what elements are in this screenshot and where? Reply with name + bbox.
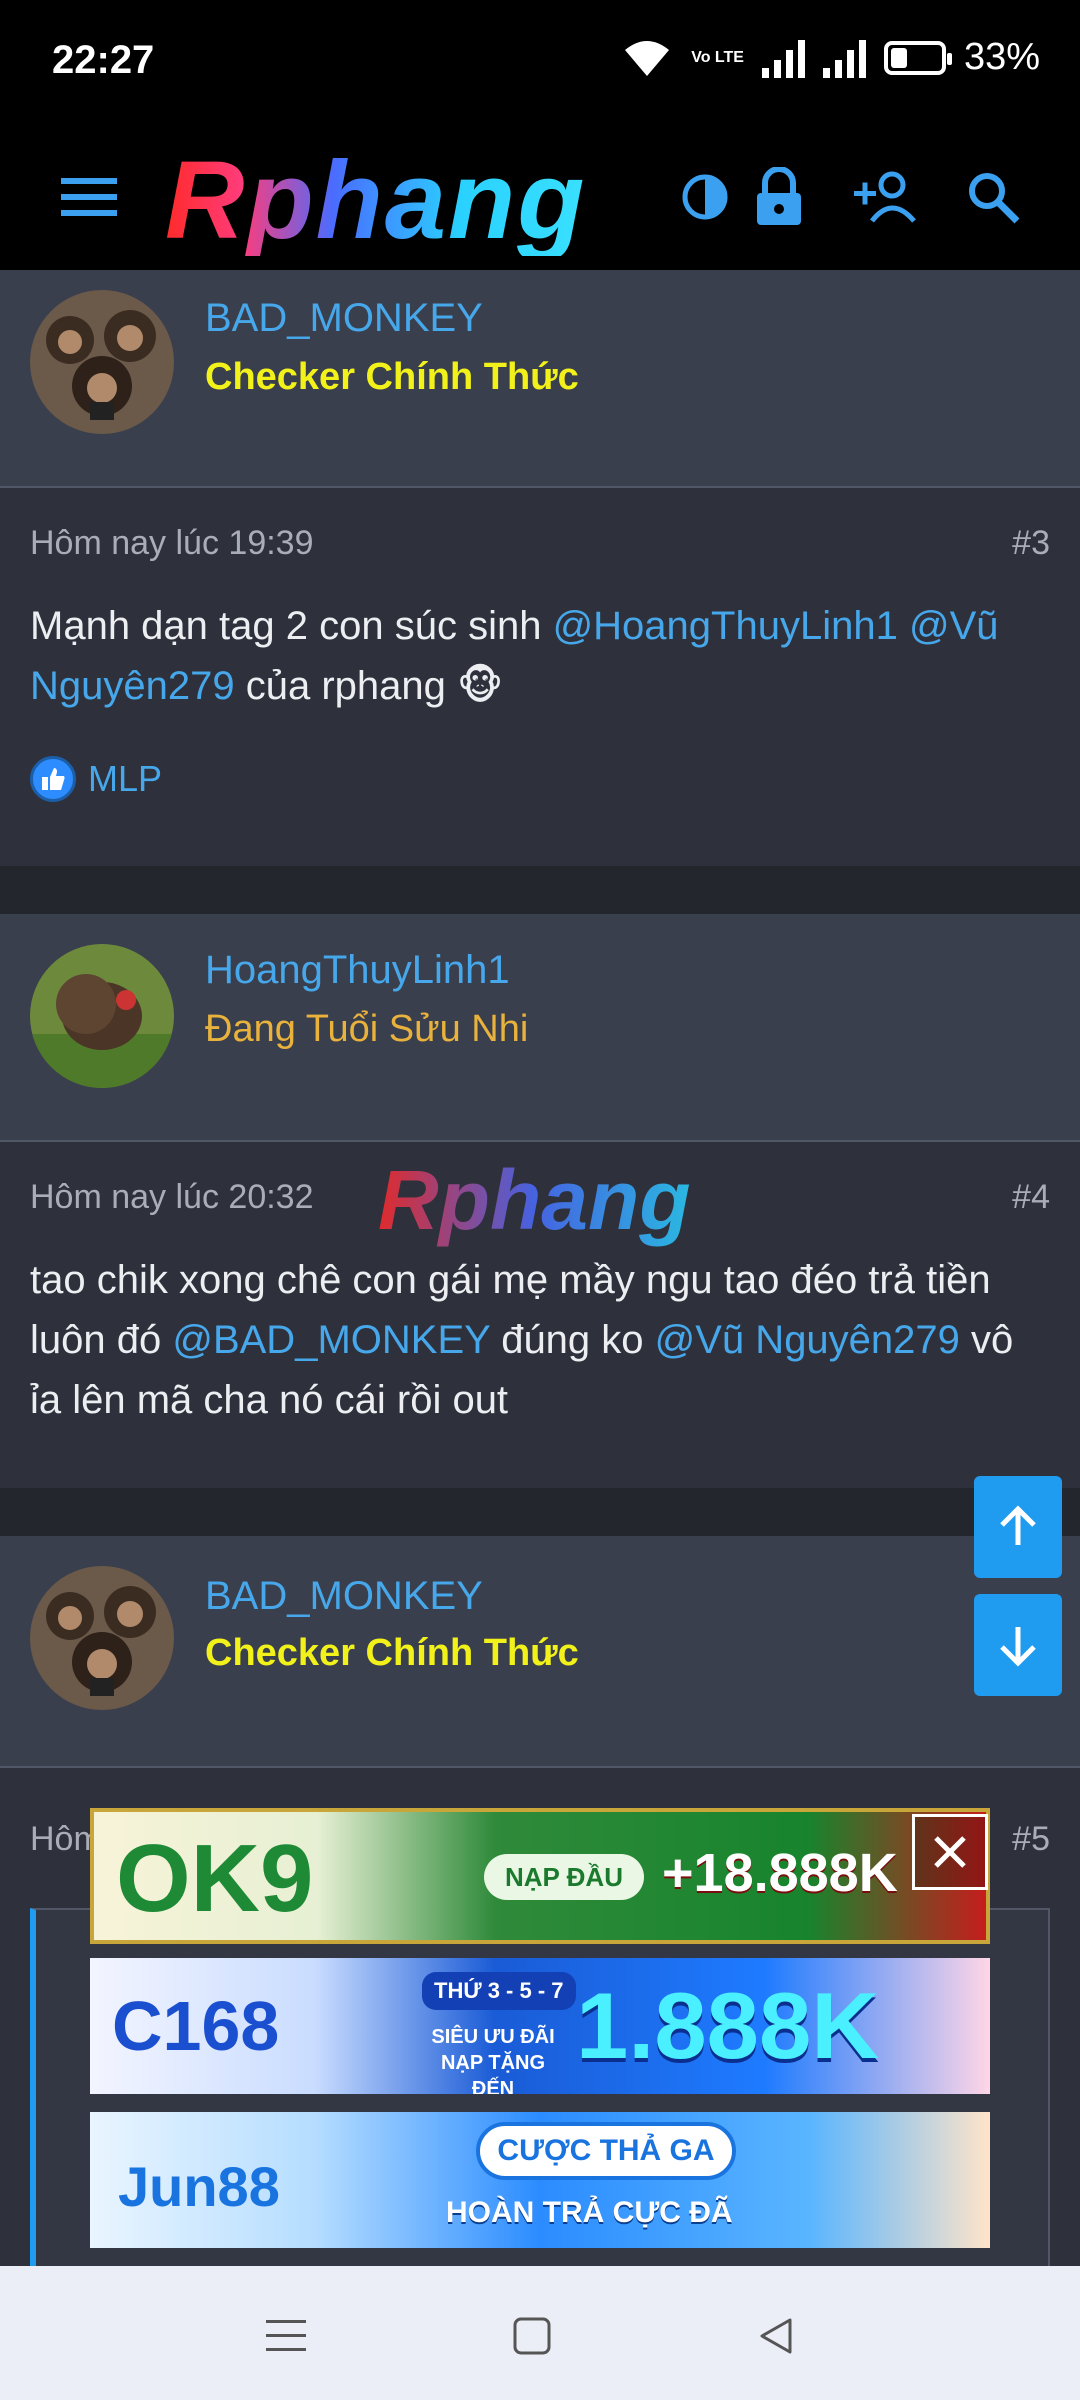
signal-2-icon [822, 38, 866, 78]
ad-cta: NẠP ĐẦU [505, 1861, 623, 1892]
post-4-body: Hôm nay lúc 20:32 Rphang #4 tao chik xon… [0, 1142, 1080, 1488]
mention-link[interactable]: @HoangThuyLinh1 [553, 604, 898, 648]
arrow-down-icon [1000, 1627, 1036, 1667]
ad-sub: SIÊU ƯU ĐÃI NẠP TẶNG ĐẾN [431, 2026, 555, 2094]
post-5-user-block: BAD_MONKEY Checker Chính Thức [0, 1536, 1080, 1768]
site-logo[interactable]: Rphang [165, 146, 586, 256]
battery-icon [883, 40, 952, 75]
post-text: tao chik xong chê con gái mẹ mầy ngu tao… [30, 1258, 1014, 1422]
ad-brand: C168 [112, 1987, 280, 2065]
scroll-top-button[interactable] [974, 1476, 1062, 1578]
post-number[interactable]: #5 [1012, 1820, 1050, 1859]
avatar[interactable] [30, 1566, 174, 1710]
ad-cta-pill: NẠP ĐẦU [484, 1854, 644, 1900]
user-rank: Checker Chính Thức [205, 356, 579, 398]
close-icon [934, 1836, 966, 1868]
post-text: Mạnh dạn tag 2 con súc sinh @HoangThuyLi… [30, 604, 999, 708]
post-author[interactable]: BAD_MONKEY [205, 296, 483, 341]
mention-link[interactable]: @Vũ Nguyên279 [655, 1318, 960, 1362]
status-time: 22:27 [52, 38, 155, 82]
ad-banner-jun88[interactable]: Jun88 CƯỢC THẢ GA HOÀN TRẢ CỰC ĐÃ [90, 2112, 990, 2248]
ad-amount: +18.888K [662, 1843, 898, 1903]
ad-brand: OK9 [116, 1825, 314, 1932]
reaction-bar[interactable]: MLP [30, 756, 162, 802]
avatar[interactable] [30, 944, 174, 1088]
nav-home-icon[interactable] [502, 2306, 562, 2366]
status-icons: Vo LTE 33% [621, 36, 1040, 79]
post-separator [0, 866, 1080, 914]
post-author[interactable]: HoangThuyLinh1 [205, 948, 510, 993]
user-rank: Đang Tuổi Sửu Nhi [205, 1008, 529, 1050]
lock-icon[interactable] [744, 162, 814, 232]
post-number[interactable]: #3 [1012, 524, 1050, 563]
battery-percent: 33% [963, 36, 1040, 78]
ad-cta: CƯỢC THẢ GA [497, 2134, 715, 2167]
reaction-user[interactable]: MLP [88, 758, 162, 800]
user-rank: Checker Chính Thức [205, 1632, 579, 1674]
ad-close-button[interactable] [912, 1814, 988, 1890]
ad-banner-ok9[interactable]: OK9 NẠP ĐẦU +18.888K [90, 1808, 990, 1944]
post-separator [0, 1488, 1080, 1536]
post-4-user-block: HoangThuyLinh1 Đang Tuổi Sửu Nhi [0, 914, 1080, 1142]
status-bar: 22:27 Vo LTE 33% [0, 0, 1080, 126]
contrast-icon[interactable] [670, 162, 740, 232]
scroll-bottom-button[interactable] [974, 1594, 1062, 1696]
search-icon[interactable] [958, 162, 1028, 232]
ad-tag: THỨ 3 - 5 - 7 [422, 1972, 576, 2010]
post-time[interactable]: Hôm nay lúc 20:32 [30, 1178, 314, 1217]
watermark-logo: Rphang [378, 1153, 691, 1247]
ad-amount: 1.888K [576, 1973, 880, 2078]
post-3-user-block: BAD_MONKEY Checker Chính Thức [0, 270, 1080, 488]
add-user-icon[interactable] [852, 162, 922, 232]
ad-banner-c168[interactable]: C168 THỨ 3 - 5 - 7 SIÊU ƯU ĐÃI NẠP TẶNG … [90, 1958, 990, 2094]
mention-link[interactable]: @BAD_MONKEY [172, 1318, 490, 1362]
site-header: Rphang [0, 126, 1080, 270]
nav-back-icon[interactable] [746, 2306, 806, 2366]
post-author[interactable]: BAD_MONKEY [205, 1574, 483, 1619]
volte-icon: Vo LTE [691, 48, 744, 66]
post-number[interactable]: #4 [1012, 1178, 1050, 1217]
post-time[interactable]: Hôm nay lúc 19:39 [30, 524, 314, 563]
post-3-body: Hôm nay lúc 19:39 #3 Mạnh dạn tag 2 con … [0, 488, 1080, 866]
nav-recents-icon[interactable] [256, 2306, 316, 2366]
thumbs-up-icon [30, 756, 76, 802]
menu-icon[interactable] [54, 162, 124, 232]
ad-sub: HOÀN TRẢ CỰC ĐÃ [446, 2196, 733, 2229]
arrow-up-icon [1000, 1505, 1036, 1545]
wifi-icon [625, 40, 670, 76]
system-nav-bar [0, 2266, 1080, 2400]
ad-brand: Jun88 [118, 2155, 280, 2218]
ad-cta-pill: CƯỢC THẢ GA [476, 2122, 736, 2180]
signal-1-icon [761, 38, 805, 78]
avatar[interactable] [30, 290, 174, 434]
